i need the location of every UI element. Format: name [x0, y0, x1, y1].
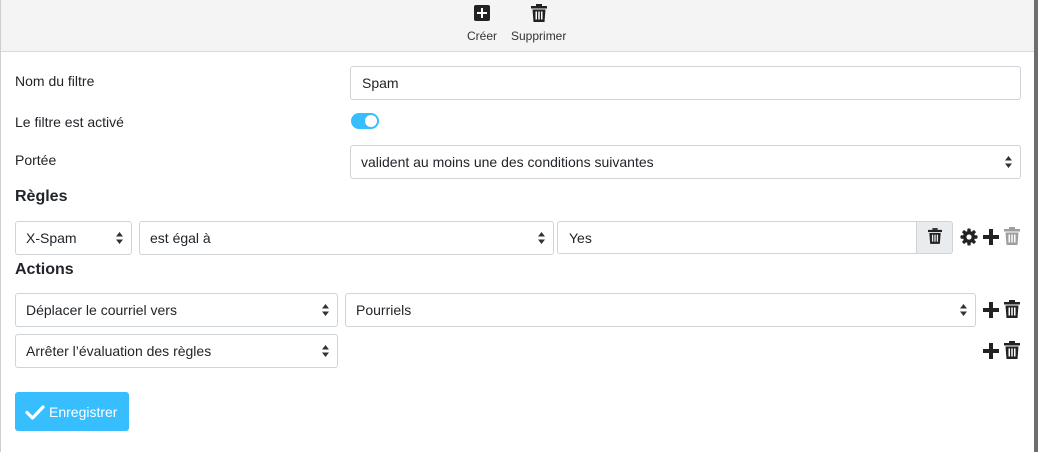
plus-square-icon — [472, 3, 492, 23]
rule-value-delete-button[interactable] — [916, 221, 953, 254]
action-remove-button[interactable] — [1003, 299, 1021, 321]
action-type-select[interactable]: Arrêter l’évaluation des règles — [15, 334, 338, 368]
filter-enabled-label: Le filtre est activé — [15, 114, 124, 130]
filter-name-label: Nom du filtre — [15, 73, 95, 89]
action-type-value: Déplacer le courriel vers — [26, 302, 177, 318]
select-arrows-icon — [322, 304, 329, 316]
scope-value: valident au moins une des conditions sui… — [361, 154, 654, 170]
save-label: Enregistrer — [49, 403, 118, 420]
toolbar: Créer Supprimer — [1, 0, 1034, 52]
create-button[interactable]: Créer — [467, 3, 497, 43]
plus-icon — [983, 342, 999, 362]
plus-icon — [983, 228, 999, 248]
filter-name-value: Spam — [362, 75, 399, 91]
rule-remove-button[interactable] — [1003, 226, 1021, 248]
trash-icon — [1004, 340, 1020, 362]
select-arrows-icon — [322, 345, 329, 357]
select-arrows-icon — [960, 304, 967, 316]
rule-advanced-button[interactable] — [960, 228, 978, 249]
rule-header-select[interactable]: X-Spam — [15, 221, 132, 255]
select-arrows-icon — [116, 232, 123, 244]
action-add-button[interactable] — [982, 301, 1000, 321]
rule-header-value: X-Spam — [26, 230, 77, 246]
actions-heading: Actions — [15, 261, 74, 278]
action-target-select[interactable]: Pourriels — [345, 293, 976, 327]
trash-icon — [1004, 299, 1020, 321]
gear-icon — [960, 228, 978, 249]
action-target-value: Pourriels — [356, 302, 412, 318]
plus-icon — [983, 301, 999, 321]
save-button[interactable]: Enregistrer — [15, 392, 129, 431]
action-remove-button[interactable] — [1003, 340, 1021, 362]
rule-operator-select[interactable]: est égal à — [139, 221, 554, 255]
scope-label: Portée — [15, 152, 57, 168]
toggle-knob — [365, 115, 377, 127]
trash-icon — [1004, 226, 1020, 248]
delete-button[interactable]: Supprimer — [511, 3, 566, 43]
filter-enabled-toggle[interactable] — [351, 113, 379, 129]
rules-heading: Règles — [15, 188, 68, 205]
trash-icon — [529, 3, 549, 23]
rule-value-input[interactable]: Yes — [557, 221, 918, 254]
trash-icon — [927, 228, 942, 247]
rule-value: Yes — [569, 229, 592, 246]
rule-operator-value: est égal à — [150, 230, 211, 246]
create-label: Créer — [467, 29, 498, 43]
page-border-right — [1034, 0, 1038, 452]
action-type-select[interactable]: Déplacer le courriel vers — [15, 293, 338, 327]
check-icon — [25, 404, 45, 420]
rule-add-button[interactable] — [982, 228, 1000, 248]
delete-label: Supprimer — [511, 29, 567, 43]
select-arrows-icon — [1005, 156, 1012, 168]
scope-select[interactable]: valident au moins une des conditions sui… — [350, 145, 1021, 179]
action-add-button[interactable] — [982, 342, 1000, 362]
select-arrows-icon — [538, 232, 545, 244]
action-type-value: Arrêter l’évaluation des règles — [26, 343, 212, 359]
filter-name-input[interactable]: Spam — [350, 66, 1021, 100]
page-border-left — [0, 0, 1, 452]
